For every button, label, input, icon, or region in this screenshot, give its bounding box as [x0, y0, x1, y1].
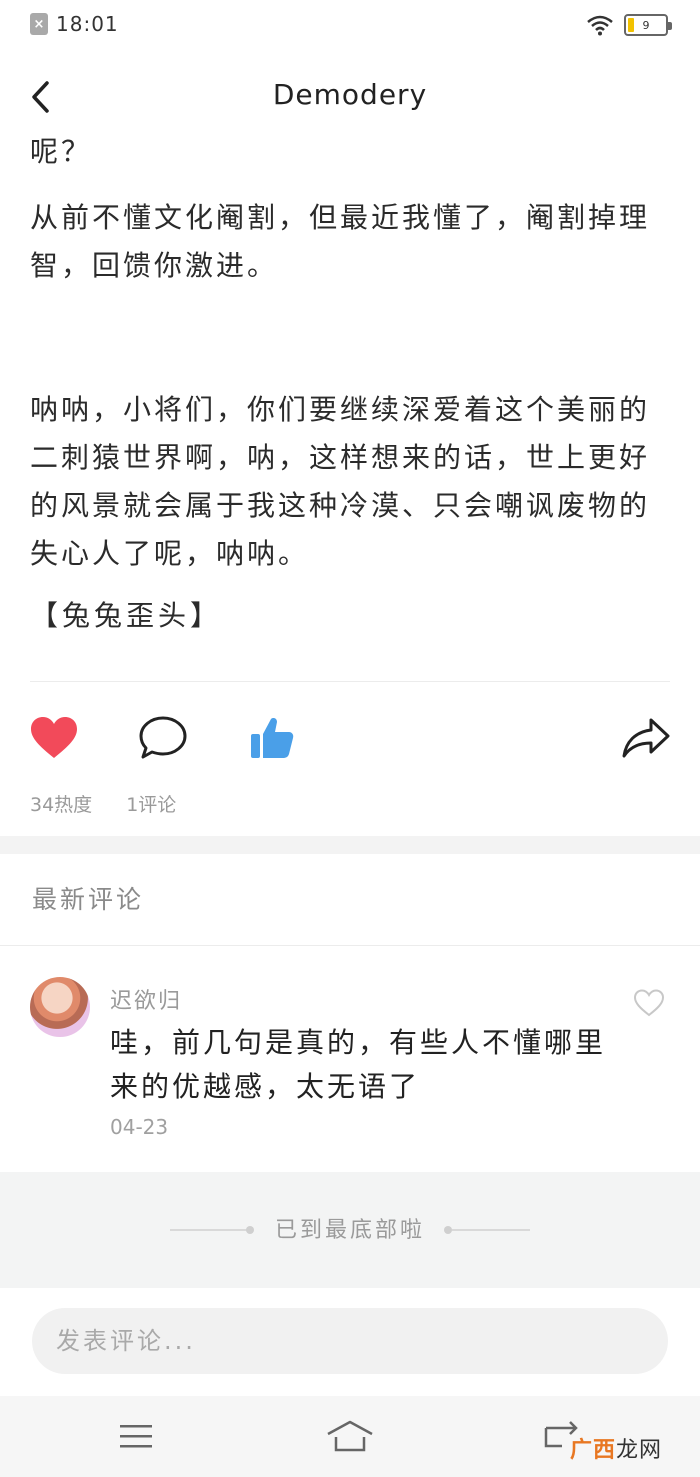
comment-item: 迟欲归 哇，前几句是真的，有些人不懂哪里来的优越感，太无语了 04-23	[0, 975, 700, 1170]
end-of-list-text: 已到最底部啦	[274, 1218, 425, 1243]
article-body: 呢？ 从前不懂文化阉割，但最近我懂了，阉割掉理智，回馈你激进。 呐呐，小将们，你…	[30, 128, 670, 640]
comment-bubble-icon	[139, 716, 187, 759]
divider	[30, 681, 670, 682]
app-screen: × 18:01 9 Demodery 呢？ 从前不懂文化阉割，但最近我懂了，阉割…	[0, 0, 700, 1477]
like-button[interactable]	[26, 710, 82, 766]
comment-like-button[interactable]	[632, 987, 666, 1019]
share-arrow-icon	[622, 718, 670, 758]
divider	[0, 945, 700, 946]
comment-count: 1评论	[126, 794, 177, 816]
avatar[interactable]	[30, 977, 90, 1037]
heat-count: 34热度	[30, 794, 93, 816]
article-paragraph: 从前不懂文化阉割，但最近我懂了，阉割掉理智，回馈你激进。	[30, 201, 651, 282]
battery-icon: 9	[624, 14, 672, 36]
article-signature: 【兔兔歪头】	[30, 599, 223, 632]
status-right: 9	[586, 14, 672, 36]
nav-menu-button[interactable]	[108, 1414, 164, 1458]
status-time: 18:01	[56, 12, 119, 36]
comment-input-bar	[0, 1288, 700, 1396]
page-title: Demodery	[272, 78, 428, 111]
end-of-list: 已到最底部啦	[0, 1172, 700, 1288]
post-stats: 34热度 1评论	[30, 790, 176, 817]
menu-icon	[120, 1425, 152, 1448]
x-icon: ×	[30, 13, 48, 35]
battery-level: 9	[642, 18, 650, 32]
share-button[interactable]	[618, 710, 674, 766]
article-paragraph: 呢？	[30, 135, 93, 168]
wifi-icon	[586, 14, 614, 36]
status-bar: × 18:01 9	[0, 0, 700, 54]
action-bar	[0, 710, 700, 770]
thumbs-up-button[interactable]	[244, 710, 300, 766]
heart-outline-icon	[633, 989, 665, 1017]
comment-username[interactable]: 迟欲归	[110, 983, 182, 1015]
end-line-right	[452, 1229, 530, 1231]
comment-text: 哇，前几句是真的，有些人不懂哪里来的优越感，太无语了	[110, 1026, 607, 1103]
comment-input[interactable]	[32, 1308, 668, 1374]
header: Demodery	[0, 60, 700, 134]
nav-home-button[interactable]	[322, 1414, 378, 1458]
heart-icon	[31, 717, 77, 758]
battery-fill	[628, 18, 634, 32]
home-icon	[327, 1420, 373, 1452]
watermark-part1: 广西	[570, 1438, 617, 1463]
article-paragraph: 呐呐，小将们，你们要继续深爱着这个美丽的二刺猿世界啊，呐，这样想来的话，世上更好…	[30, 393, 651, 570]
end-dot-right	[444, 1226, 452, 1234]
thumbs-up-icon	[251, 718, 294, 758]
watermark-logo: 广西 龙网	[570, 1432, 662, 1464]
comments-section-title: 最新评论	[32, 885, 145, 914]
comment-button[interactable]	[135, 710, 191, 766]
watermark-part2: 龙网	[616, 1438, 663, 1463]
comment-date: 04-23	[110, 1115, 169, 1139]
section-separator	[0, 836, 700, 854]
status-left: × 18:01	[30, 12, 119, 36]
